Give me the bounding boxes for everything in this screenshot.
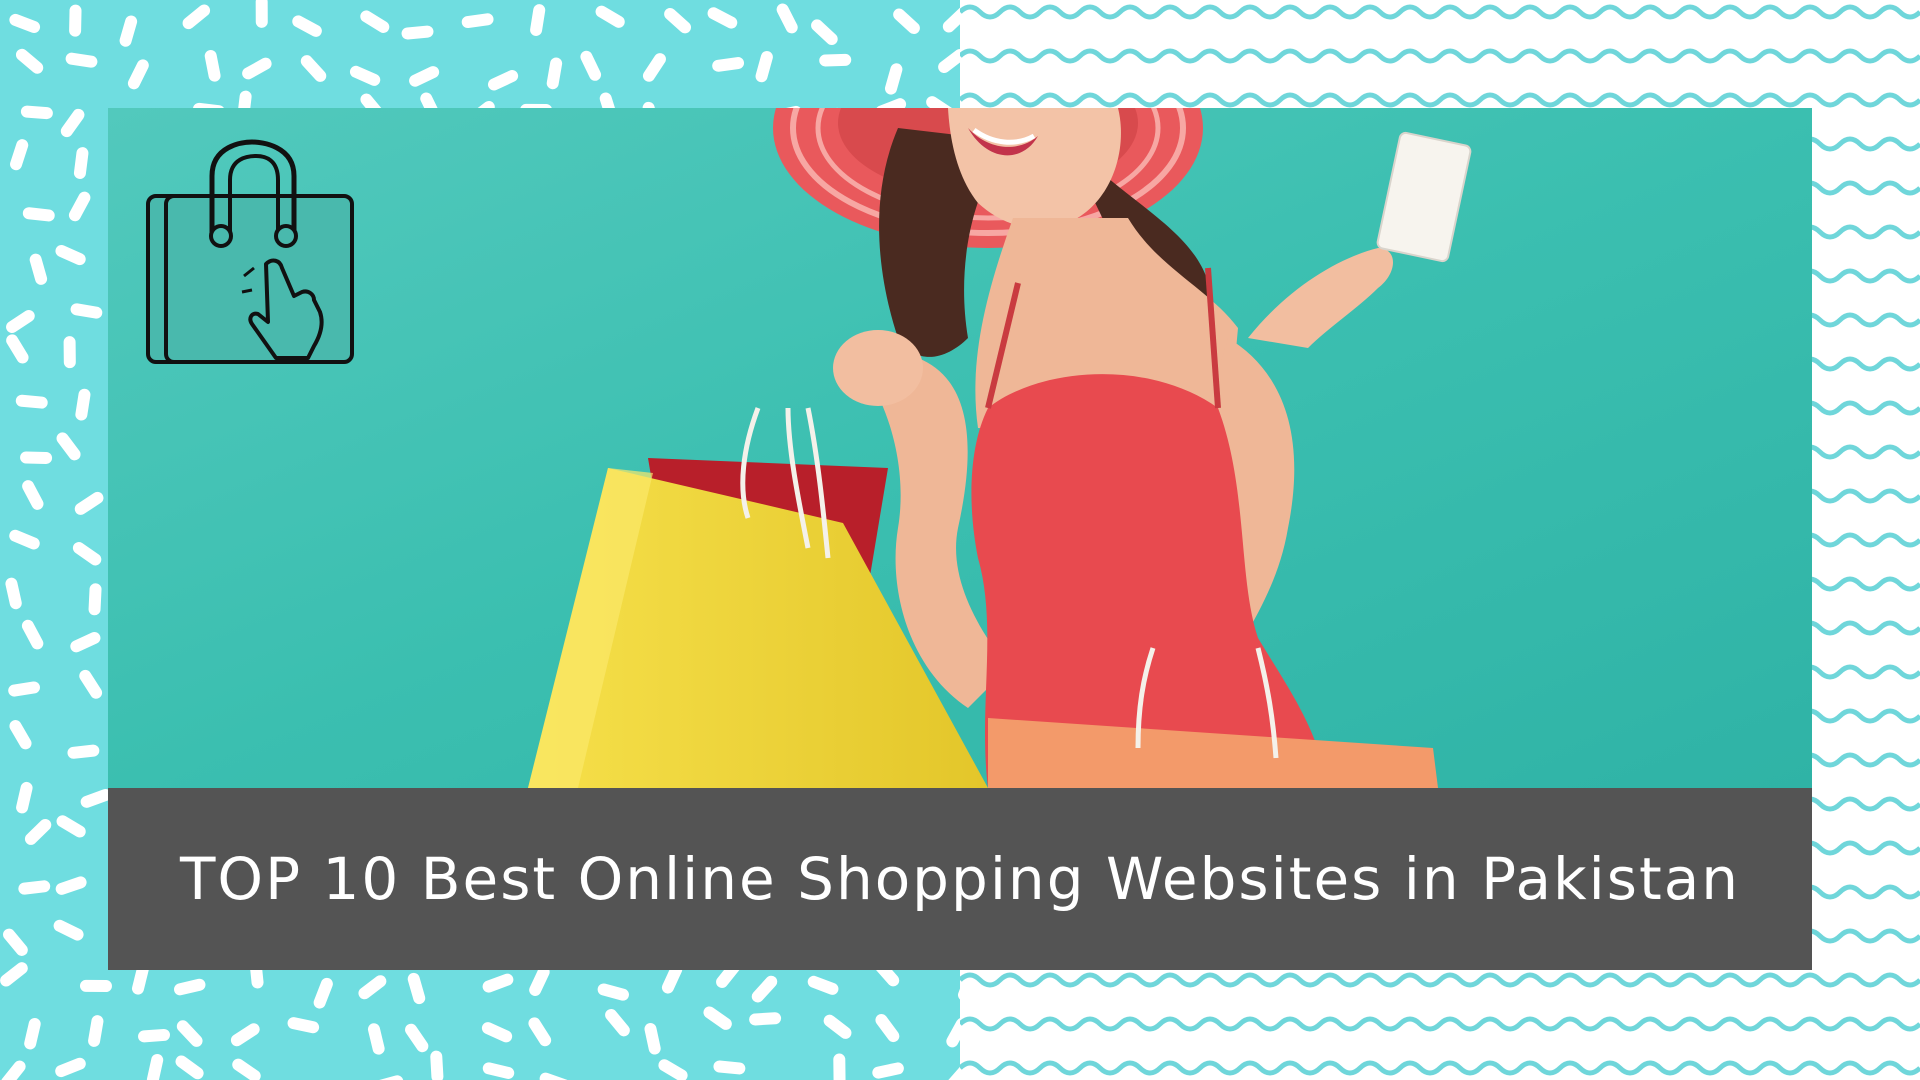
- sprinkle: [73, 147, 89, 179]
- sprinkle: [529, 965, 550, 996]
- sprinkle: [18, 880, 51, 895]
- sprinkle: [661, 963, 683, 994]
- sprinkle: [53, 919, 84, 941]
- sprinkle: [68, 191, 91, 222]
- sprinkle: [70, 303, 103, 319]
- sprinkle: [80, 788, 112, 808]
- sprinkle: [22, 480, 44, 510]
- sprinkle: [461, 13, 494, 29]
- sprinkle: [138, 1028, 170, 1043]
- sprinkle: [349, 65, 381, 86]
- sprinkle: [292, 15, 322, 37]
- sprinkle: [776, 3, 798, 34]
- sprinkle: [24, 1017, 41, 1050]
- sprinkle: [29, 253, 48, 285]
- sprinkle: [749, 1012, 782, 1026]
- sprinkle: [55, 876, 87, 895]
- sprinkle: [20, 105, 53, 120]
- sprinkle: [546, 57, 563, 90]
- sprinkle: [55, 244, 86, 266]
- sprinkle: [55, 1057, 86, 1078]
- sprinkle: [530, 4, 546, 36]
- sprinkle: [8, 681, 40, 697]
- sprinkle: [367, 1023, 385, 1055]
- sprinkle: [313, 977, 333, 1009]
- sprinkle: [204, 49, 221, 82]
- sprinkle: [242, 57, 272, 80]
- sprinkle: [707, 7, 738, 29]
- sprinkle: [174, 978, 206, 996]
- sprinkle: [407, 972, 426, 1005]
- sprinkle: [119, 15, 138, 47]
- sprinkle: [712, 57, 745, 72]
- sprinkle: [70, 631, 101, 653]
- sprinkle: [22, 207, 55, 222]
- sprinkle: [872, 1062, 904, 1079]
- sprinkle: [146, 1053, 164, 1080]
- sprinkle: [287, 1017, 320, 1034]
- page-title: TOP 10 Best Online Shopping Websites in …: [180, 845, 1740, 913]
- sprinkle: [884, 63, 903, 95]
- sprinkle: [75, 388, 91, 421]
- sprinkle: [481, 1022, 513, 1043]
- sprinkle: [127, 59, 149, 90]
- sprinkle: [807, 975, 839, 995]
- shopping-bag-with-pointing-hand-icon: [146, 139, 354, 364]
- sprinkle: [9, 529, 40, 550]
- sprinkle: [65, 52, 98, 68]
- sprinkle: [819, 53, 852, 67]
- sprinkle: [409, 66, 440, 87]
- sprinkle: [644, 1022, 661, 1055]
- sprinkle: [713, 1060, 746, 1075]
- sprinkle: [88, 583, 102, 616]
- shopping-woman-photo: [108, 108, 1812, 788]
- sprinkle: [9, 13, 41, 34]
- hero-card: TOP 10 Best Online Shopping Websites in …: [108, 108, 1812, 970]
- sprinkle: [401, 25, 434, 40]
- sprinkle: [21, 619, 44, 650]
- sprinkle: [10, 139, 29, 171]
- title-bar: TOP 10 Best Online Shopping Websites in …: [108, 788, 1812, 970]
- sprinkle: [15, 394, 48, 409]
- sprinkle: [131, 963, 149, 995]
- sprinkle: [430, 1050, 444, 1080]
- sprinkle: [755, 50, 773, 83]
- sprinkle: [482, 973, 514, 993]
- sprinkle: [67, 744, 100, 759]
- sprinkle: [16, 781, 33, 814]
- sprinkle: [482, 1062, 515, 1079]
- sprinkle: [580, 50, 602, 81]
- sprinkle: [487, 69, 519, 91]
- sprinkle: [5, 577, 22, 610]
- sprinkle: [597, 983, 629, 1001]
- sprinkle: [88, 1015, 104, 1047]
- left-hand: [833, 330, 923, 406]
